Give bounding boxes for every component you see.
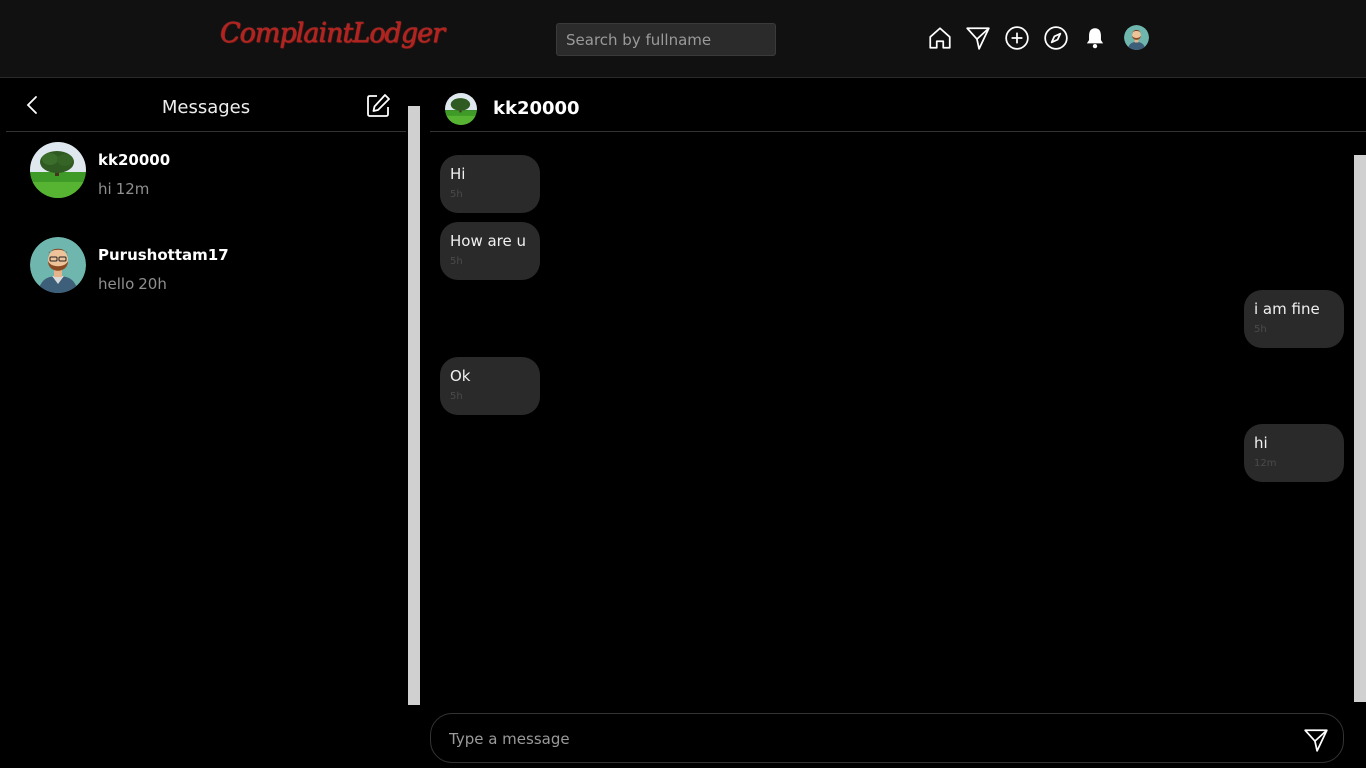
- message-time: 5h: [450, 256, 463, 267]
- conversation-name: Purushottam17: [98, 246, 229, 264]
- message-time: 5h: [450, 189, 463, 200]
- message-composer: [430, 713, 1344, 763]
- last-message-time: 12m: [115, 180, 150, 198]
- last-message: hi: [98, 180, 112, 198]
- conversations-panel: Messages kk20000 hi 12m Purushottam17 he…: [0, 78, 420, 768]
- bell-icon[interactable]: [1081, 24, 1109, 52]
- conversation-item[interactable]: kk20000 hi 12m: [30, 142, 400, 202]
- message-bubble-outgoing: hi 12m: [1244, 424, 1344, 482]
- plus-circle-icon[interactable]: [1003, 24, 1031, 52]
- message-input[interactable]: [449, 727, 1269, 751]
- message-time: 5h: [450, 391, 463, 402]
- last-message: hello: [98, 275, 135, 293]
- chat-contact-name[interactable]: kk20000: [493, 98, 580, 119]
- conversation-preview: hi 12m: [98, 180, 149, 198]
- conversation-item[interactable]: Purushottam17 hello 20h: [30, 237, 400, 297]
- message-bubble-incoming: Hi 5h: [440, 155, 540, 213]
- chat-scrollbar[interactable]: [1354, 155, 1366, 702]
- message-bubble-incoming: How are u 5h: [440, 222, 540, 280]
- app-logo[interactable]: ComplaintLodger: [220, 18, 445, 49]
- message-time: 5h: [1254, 324, 1267, 335]
- conversations-header: Messages: [6, 78, 406, 132]
- message-text: hi: [1254, 434, 1268, 452]
- avatar: [30, 237, 86, 293]
- search-input[interactable]: [556, 23, 776, 56]
- compass-icon[interactable]: [1042, 24, 1070, 52]
- last-message-time: 20h: [138, 275, 167, 293]
- conversation-preview: hello 20h: [98, 275, 167, 293]
- conversations-title: Messages: [161, 97, 251, 118]
- message-text: i am fine: [1254, 300, 1320, 318]
- message-text: How are u: [450, 232, 527, 250]
- send-icon[interactable]: [1303, 727, 1329, 753]
- conversation-name: kk20000: [98, 151, 171, 169]
- message-time: 12m: [1254, 458, 1277, 469]
- conversations-scrollbar[interactable]: [408, 106, 420, 705]
- profile-avatar[interactable]: [1124, 25, 1149, 50]
- paper-plane-icon[interactable]: [964, 24, 992, 52]
- top-navbar: ComplaintLodger: [0, 0, 1366, 78]
- avatar[interactable]: [445, 93, 477, 125]
- avatar: [30, 142, 86, 198]
- message-bubble-outgoing: i am fine 5h: [1244, 290, 1344, 348]
- home-icon[interactable]: [926, 24, 954, 52]
- message-bubble-incoming: Ok 5h: [440, 357, 540, 415]
- message-text: Hi: [450, 165, 466, 183]
- chat-header: kk20000: [430, 78, 1366, 132]
- compose-message-icon[interactable]: [364, 92, 392, 120]
- message-text: Ok: [450, 367, 471, 385]
